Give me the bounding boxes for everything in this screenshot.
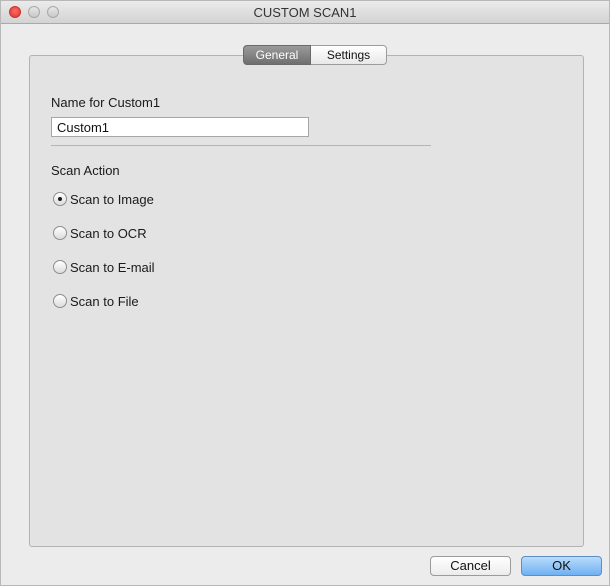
name-field-label: Name for Custom1	[51, 95, 161, 110]
radio-unchecked-icon[interactable]	[53, 294, 67, 308]
radio-checked-icon[interactable]	[53, 192, 67, 206]
name-input[interactable]	[51, 117, 309, 137]
radio-scan-to-email[interactable]: Scan to E-mail	[53, 258, 155, 276]
ok-button[interactable]: OK	[521, 556, 602, 576]
radio-label: Scan to OCR	[70, 225, 147, 241]
section-divider	[51, 145, 431, 146]
radio-unchecked-icon[interactable]	[53, 226, 67, 240]
radio-scan-to-file[interactable]: Scan to File	[53, 292, 139, 310]
window-title: CUSTOM SCAN1	[253, 5, 357, 20]
radio-scan-to-image[interactable]: Scan to Image	[53, 190, 154, 208]
radio-label: Scan to Image	[70, 191, 154, 207]
general-panel: Name for Custom1 Scan Action Scan to Ima…	[29, 55, 584, 547]
scan-action-label: Scan Action	[51, 163, 120, 178]
radio-scan-to-ocr[interactable]: Scan to OCR	[53, 224, 147, 242]
tab-general[interactable]: General	[243, 45, 311, 65]
tab-bar: General Settings	[243, 45, 387, 65]
radio-label: Scan to File	[70, 293, 139, 309]
radio-unchecked-icon[interactable]	[53, 260, 67, 274]
cancel-button[interactable]: Cancel	[430, 556, 511, 576]
custom-scan-window: CUSTOM SCAN1 General Settings Name for C…	[0, 0, 610, 586]
radio-label: Scan to E-mail	[70, 259, 155, 275]
tab-settings[interactable]: Settings	[311, 45, 387, 65]
title-bar[interactable]: CUSTOM SCAN1	[1, 1, 609, 24]
